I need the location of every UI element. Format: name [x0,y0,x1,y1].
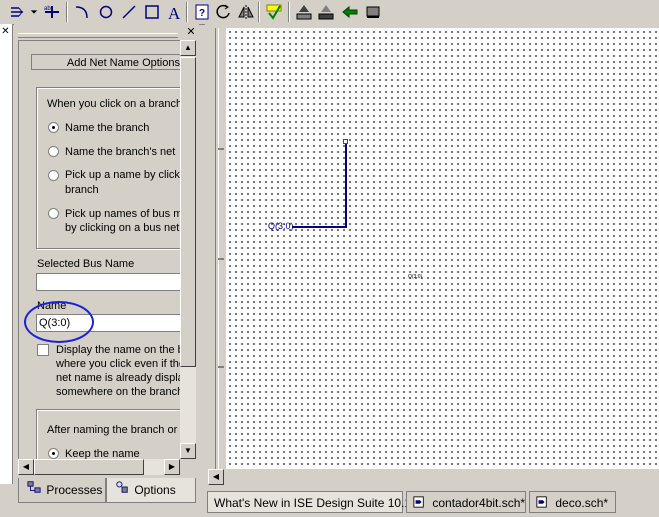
line-icon[interactable] [119,2,139,22]
radio-label: Name the branch [65,122,150,134]
options-header: Add Net Name Options [31,54,181,70]
close-icon[interactable]: ✕ [0,26,11,37]
scroll-right-icon[interactable]: ▶ [164,459,180,475]
tick-mark [218,366,224,368]
tick-mark [218,148,224,150]
help-icon[interactable]: ? [192,2,212,22]
symbol-up-icon[interactable] [294,2,314,22]
mirror-icon[interactable] [236,2,256,22]
display-name-checkbox[interactable] [37,344,49,356]
svg-text:?: ? [199,8,205,19]
radio-bus-members[interactable] [48,208,59,219]
group-title: After naming the branch or net [47,424,181,436]
canvas-horizontal-scrollbar[interactable]: ◀ [208,469,659,485]
document-tabs: What's New in ISE Design Suite 10.1 cont… [205,487,659,517]
tab-options[interactable]: Options [106,478,196,503]
toolbar-separator [66,2,68,22]
radio-label: Name the branch's net [65,146,176,158]
tab-label: What's New in ISE Design Suite 10.1 [214,496,412,510]
panel-tabs: Processes Options [14,478,204,506]
selected-bus-field[interactable] [36,273,181,291]
checkbox-label: where you click even if the [56,358,181,370]
svg-text:ab: ab [44,6,51,12]
symbol-push-icon[interactable] [316,2,336,22]
scroll-track [215,28,219,469]
net-name-icon[interactable]: ab [42,2,62,22]
options-content: Add Net Name Options When you click on a… [18,40,181,459]
scroll-thumb[interactable] [180,57,196,367]
radio-label: branch [65,184,99,196]
scroll-left-icon[interactable]: ◀ [208,469,224,485]
schematic-canvas[interactable] [226,28,659,469]
bus-wire-horizontal[interactable] [292,226,347,228]
circle-icon[interactable] [96,2,116,22]
options-icon [115,478,131,502]
rectangle-icon[interactable] [142,2,162,22]
rotate-icon[interactable] [214,2,234,22]
radio-label: Pick up names of bus members [65,208,181,220]
scroll-thumb[interactable] [34,459,144,475]
text-icon[interactable]: A [164,2,184,22]
svg-text:A: A [168,4,181,21]
tab-label: contador4bit.sch* [432,496,526,510]
schematic-file-icon [536,493,548,515]
radio-label: by clicking on a bus net [65,222,180,234]
scroll-up-icon[interactable]: ▲ [180,40,196,56]
tick-mark [218,258,224,260]
panel-grip[interactable] [18,33,178,38]
selected-bus-label: Selected Bus Name [37,258,135,270]
tab-label: deco.sch* [555,496,609,510]
arc-icon[interactable] [72,2,92,22]
scroll-down-icon[interactable]: ▼ [180,443,196,459]
toolbar-separator [258,2,260,22]
bus-tap-icon[interactable] [8,2,28,22]
left-collapsed-panel [0,24,13,484]
back-icon[interactable] [340,2,360,22]
net-label[interactable]: Q(3:0) [268,221,294,231]
checkbox-label: somewhere on the branch [56,386,181,398]
tab-contador[interactable]: contador4bit.sch* [406,491,526,513]
radio-name-branch[interactable] [48,122,59,133]
scroll-left-icon[interactable]: ◀ [18,459,34,475]
radio-keep-name[interactable] [48,448,59,459]
bus-wire-vertical[interactable] [345,142,347,228]
group-title: When you click on a branch [47,98,181,110]
symbol-edit-icon[interactable] [363,2,383,22]
radio-label: Keep the name [65,448,140,459]
radio-label: Pick up a name by clicking [65,169,181,181]
toolbar-separator [288,2,290,22]
processes-icon [27,478,43,502]
schematic-toolbar: ab A ? [0,0,659,25]
radio-name-net[interactable] [48,146,59,157]
tab-label: Options [134,483,176,497]
tab-label: Processes [46,483,103,497]
radio-pick-name[interactable] [48,170,59,181]
check-icon[interactable] [264,2,284,22]
toolbar-separator [186,2,188,22]
highlight-ellipse [24,301,94,343]
pin-marker[interactable] [343,139,348,144]
schematic-file-icon [413,493,425,515]
checkbox-label: net name is already displayed [56,372,181,384]
close-icon[interactable]: ✕ [185,26,197,38]
tiny-label: Q(3:0) [408,274,423,280]
tab-deco[interactable]: deco.sch* [529,491,616,513]
tab-processes[interactable]: Processes [18,478,106,503]
tab-whats-new[interactable]: What's New in ISE Design Suite 10.1 [207,491,411,513]
canvas-vertical-scrollbar[interactable] [208,28,224,469]
checkbox-label: Display the name on the branch [56,344,181,356]
chevron-down-icon[interactable] [28,2,40,22]
